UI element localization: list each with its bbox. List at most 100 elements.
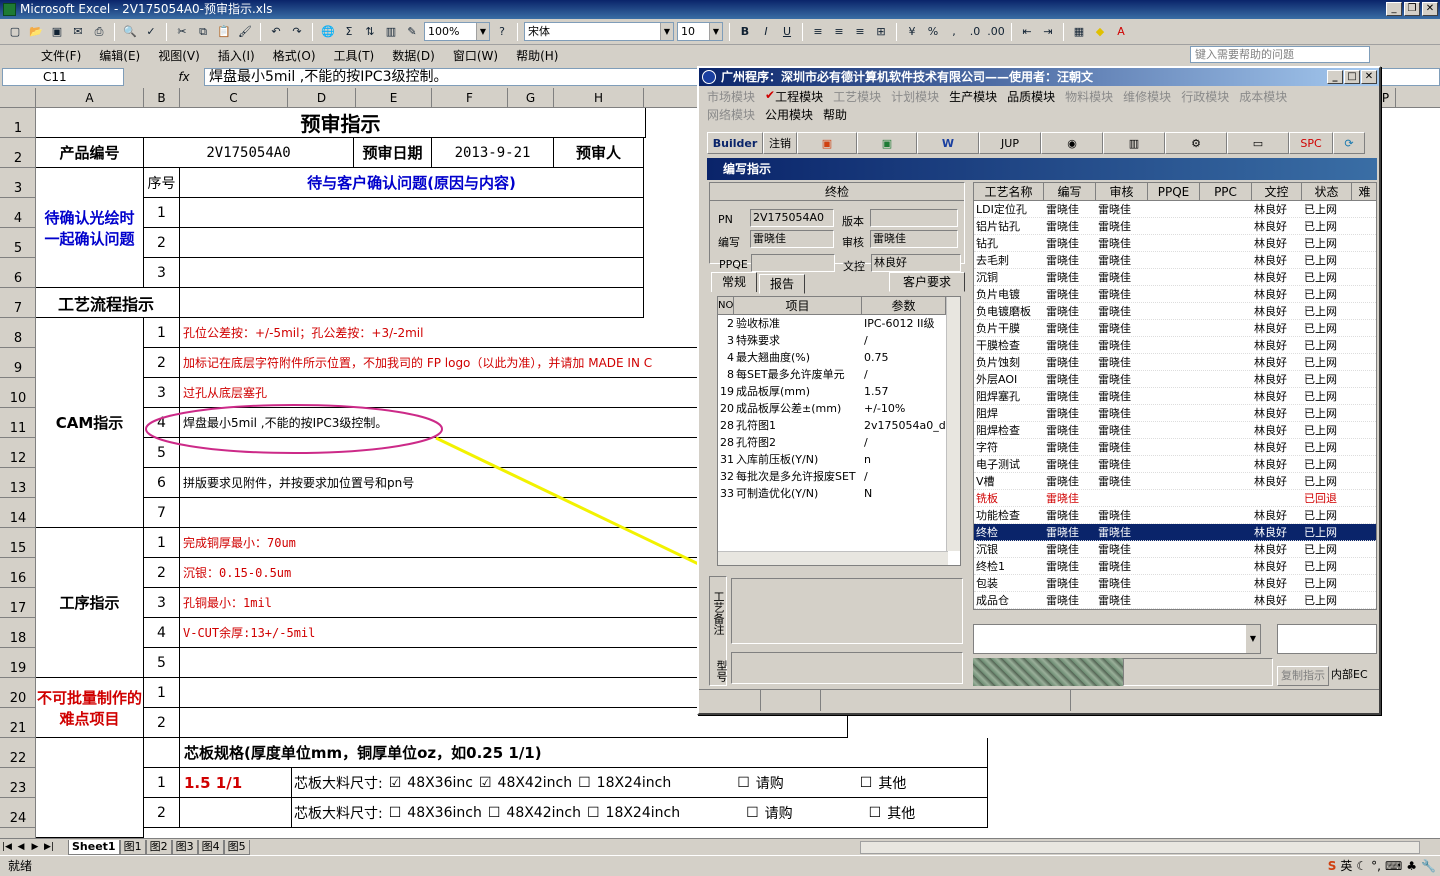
process-row[interactable]: 负片蚀刻 雷晓佳 雷晓佳 林良好 已上网 [974,354,1376,371]
open-icon[interactable]: 📂 [27,23,45,41]
param-row[interactable]: 4 最大翘曲度(%) 0.75 [718,349,960,366]
row-header[interactable]: 2 [0,138,36,168]
align-center-icon[interactable]: ≡ [830,23,848,41]
process-col-header[interactable]: 状态 [1302,183,1352,201]
ppt-icon[interactable]: ▣ [797,132,857,154]
print-icon[interactable]: ⎙ [90,23,108,41]
increase-decimal-icon[interactable]: .0 [966,23,984,41]
cut-icon[interactable]: ✂ [173,23,191,41]
undo-icon[interactable]: ↶ [267,23,285,41]
tab-fig1[interactable]: 图1 [119,839,146,855]
menu-data[interactable]: 数据(D) [383,47,444,64]
help-search-input[interactable]: 键入需要帮助的问题 [1190,46,1370,63]
remark-textarea[interactable] [731,578,963,644]
redo-icon[interactable]: ↷ [288,23,306,41]
param-row[interactable]: 32 每批次是多允许报废SET / [718,468,960,485]
cam-item-2[interactable]: 加标记在底层字符附件所示位置，不加我司的 FP logo（以此为准），并请加 M… [180,348,700,378]
tab-report[interactable]: 报告 [759,274,805,294]
increase-indent-icon[interactable]: ⇥ [1039,23,1057,41]
params-table[interactable]: NO 项目 参数 2 验收标准 IPC-6012 II级 3 特殊要求 / 4 最大翘曲度(%… [717,296,961,566]
help-icon[interactable]: ? [493,23,511,41]
doc-control-field[interactable]: 林良好 [871,254,961,272]
restore-button[interactable]: ❐ [1404,2,1420,16]
format-painter-icon[interactable]: 🖌 [236,23,254,41]
module-row1-6[interactable]: 物料模块 [1065,88,1113,105]
type-textarea[interactable] [731,652,963,684]
confirm-header[interactable]: 待与客户确认问题(原因与内容) [180,168,644,198]
tab-fig2[interactable]: 图2 [145,839,172,855]
param-hscroll[interactable] [718,551,948,565]
checkbox-18x24[interactable]: ☐ [578,775,591,791]
hyperlink-icon[interactable]: 🌐 [319,23,337,41]
program-minimize-button[interactable]: _ [1327,70,1343,84]
permission-icon[interactable]: ✉ [69,23,87,41]
cam-seq-2[interactable]: 2 [144,348,180,378]
sogou-ime-icon[interactable]: S [1328,856,1337,876]
checkbox-48x42-checked[interactable]: ☑ [479,775,492,791]
program-close-button[interactable]: ✕ [1361,70,1377,84]
param-row[interactable]: 19 成品板厚(mm) 1.57 [718,383,960,400]
core-spec-2[interactable] [180,798,292,828]
process-row[interactable]: 阻焊 雷晓佳 雷晓佳 林良好 已上网 [974,405,1376,422]
row-header[interactable]: 1 [0,108,36,138]
prev-sheet-icon[interactable]: ◀ [14,842,28,852]
process-flow-label[interactable]: 工艺流程指示 [36,288,180,318]
process-row[interactable]: 阻焊塞孔 雷晓佳 雷晓佳 林良好 已上网 [974,388,1376,405]
sheet-title[interactable]: 预审指示 [36,108,646,138]
row-header[interactable]: 21 [0,708,36,738]
row-header[interactable]: 20 [0,678,36,708]
zoom-select[interactable]: 100% ▼ [424,22,490,41]
merge-center-icon[interactable]: ⊞ [872,23,890,41]
confirm-seq-2[interactable]: 2 [144,228,180,258]
process-row[interactable]: 去毛刺 雷晓佳 雷晓佳 林良好 已上网 [974,252,1376,269]
proc-seq-4[interactable]: 4 [144,618,180,648]
process-row[interactable]: 负片电镀 雷晓佳 雷晓佳 林良好 已上网 [974,286,1376,303]
module-row1-3[interactable]: 计划模块 [891,88,939,105]
comma-icon[interactable]: , [945,23,963,41]
process-extra-field[interactable] [1277,624,1377,654]
row-header[interactable]: 11 [0,408,36,438]
sort-asc-icon[interactable]: ⇅ [361,23,379,41]
print-preview-icon[interactable]: 🔍 [121,23,139,41]
module-row2-0[interactable]: 网络模块 [707,106,755,123]
param-row[interactable]: 33 可制造优化(Y/N) N [718,485,960,502]
process-flow-blank[interactable] [180,288,644,318]
row-header[interactable]: 6 [0,258,36,288]
confirm-item-3[interactable] [180,258,644,288]
confirm-group-label[interactable]: 待确认光绘时一起确认问题 [36,168,144,288]
param-row[interactable]: 3 特殊要求 / [718,332,960,349]
process-col-header[interactable]: 文控 [1252,183,1302,201]
skin-icon[interactable]: ♣ [1406,856,1417,876]
cam-seq-6[interactable]: 6 [144,468,180,498]
menu-tools[interactable]: 工具(T) [325,47,384,64]
col-header-d[interactable]: D [288,88,356,108]
procedure-label[interactable]: 工序指示 [36,528,144,678]
close-button[interactable]: ✕ [1422,2,1438,16]
checkbox-buy-2[interactable]: ☐ [746,805,759,821]
autosum-icon[interactable]: Σ [340,23,358,41]
process-row[interactable]: 沉银 雷晓佳 雷晓佳 林良好 已上网 [974,541,1376,558]
proc-seq-3[interactable]: 3 [144,588,180,618]
param-vscroll[interactable] [946,297,960,551]
menu-insert[interactable]: 插入(I) [209,47,264,64]
next-sheet-icon[interactable]: ▶ [28,842,42,852]
param-row[interactable]: 28 孔符图1 2v175054a0_dr [718,417,960,434]
process-row[interactable]: 功能检查 雷晓佳 雷晓佳 林良好 已上网 [974,507,1376,524]
cam-label[interactable]: CAM指示 [36,318,144,528]
module-row2-1[interactable]: 公用模块 [765,106,813,123]
tab-general[interactable]: 常规 [711,272,757,292]
row-header[interactable]: 10 [0,378,36,408]
process-row[interactable]: 外层AOI 雷晓佳 雷晓佳 林良好 已上网 [974,371,1376,388]
cam-seq-7[interactable]: 7 [144,498,180,528]
bold-icon[interactable]: B [736,23,754,41]
row-header[interactable]: 16 [0,558,36,588]
decrease-decimal-icon[interactable]: .00 [987,23,1005,41]
drawing-icon[interactable]: ✎ [403,23,421,41]
proc-seq-5[interactable]: 5 [144,648,180,678]
row-header[interactable]: 3 [0,168,36,198]
module-row1-2[interactable]: 工艺模块 [833,88,881,105]
excel-export-icon[interactable]: ▣ [857,132,917,154]
checkbox-buy[interactable]: ☐ [737,775,750,791]
fill-color-icon[interactable]: ◆ [1091,23,1109,41]
checkbox-other[interactable]: ☐ [860,775,873,791]
